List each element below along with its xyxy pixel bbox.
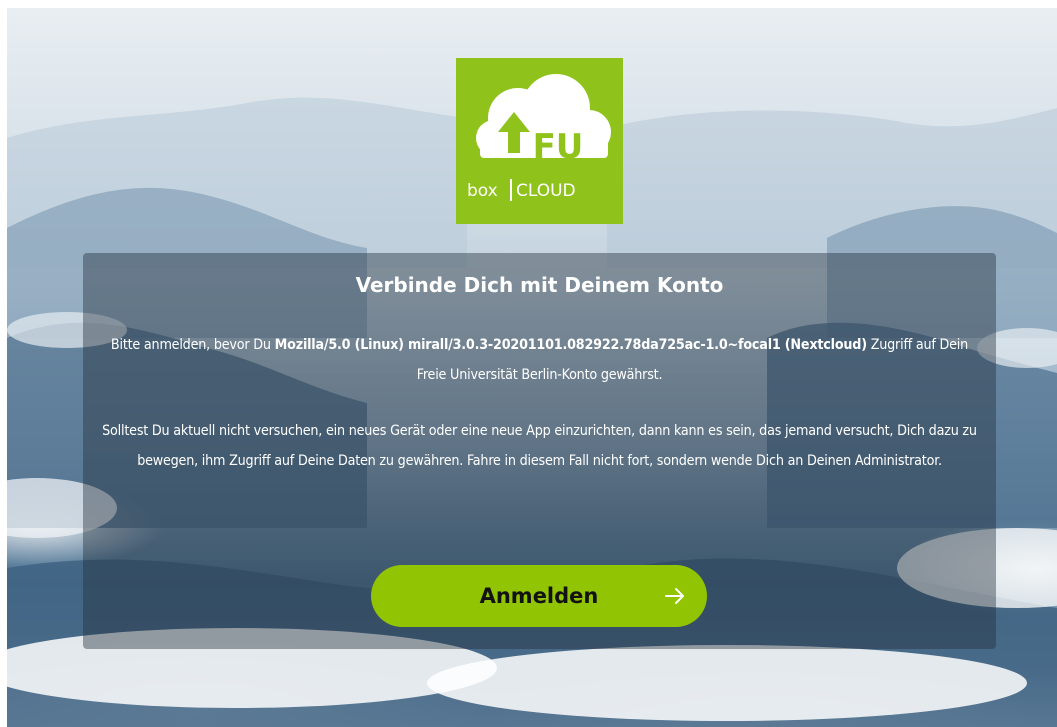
- client-name: Mozilla/5.0 (Linux) mirall/3.0.3-2020110…: [274, 337, 867, 353]
- login-button-label: Anmelden: [479, 584, 599, 608]
- login-page-background: FU box CLOUD Verbinde Dich mit Deinem Ko…: [7, 8, 1057, 727]
- cloud-logo-icon: FU box CLOUD: [456, 58, 623, 224]
- login-button[interactable]: Anmelden: [371, 565, 707, 627]
- logo-fu-text: FU: [533, 127, 584, 167]
- fu-box-cloud-logo: FU box CLOUD: [456, 58, 623, 224]
- page-title: Verbinde Dich mit Deinem Konto: [355, 273, 724, 297]
- logo-brand-right: CLOUD: [516, 181, 576, 201]
- login-explanation-text: Bitte anmelden, bevor Du Mozilla/5.0 (Li…: [97, 330, 982, 390]
- para1-prefix: Bitte anmelden, bevor Du: [110, 337, 275, 353]
- logo-brand-left: box: [467, 181, 498, 201]
- security-warning-text: Solltest Du aktuell nicht versuchen, ein…: [102, 423, 977, 469]
- arrow-right-icon: [665, 588, 684, 604]
- login-flow-panel: Verbinde Dich mit Deinem Konto Bitte anm…: [83, 253, 996, 649]
